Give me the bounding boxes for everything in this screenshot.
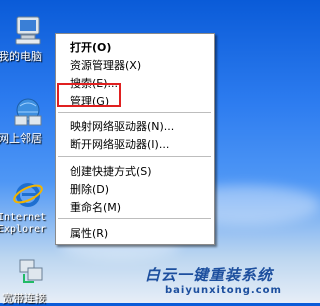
watermark-title: 白云一键重装系统 xyxy=(145,266,274,284)
internet-explorer-icon xyxy=(12,178,44,210)
desktop-icon-internet-explorer[interactable]: Internet Explorer xyxy=(0,178,52,236)
menu-item-delete[interactable]: 删除(D) xyxy=(56,179,214,197)
desktop-icon-broadband[interactable]: 宽带连接 xyxy=(2,256,54,306)
watermark: 白云一键重装系统 baiyunxitong.com xyxy=(145,264,315,296)
menu-item-properties[interactable]: 属性(R) xyxy=(56,223,214,241)
my-computer-icon xyxy=(12,14,44,46)
menu-item-create-shortcut[interactable]: 创建快捷方式(S) xyxy=(56,161,214,179)
menu-separator xyxy=(58,112,211,113)
desktop-icon-label-line2: Explorer xyxy=(0,224,47,235)
menu-item-disconnect-network-drive[interactable]: 断开网络驱动器(I)... xyxy=(56,134,214,152)
highlight-box xyxy=(57,83,121,107)
menu-separator xyxy=(58,156,211,157)
watermark-url: baiyunxitong.com xyxy=(165,285,282,296)
desktop-icon-network-places[interactable]: 网上邻居 xyxy=(0,96,52,146)
desktop-icon-my-computer[interactable]: 我的电脑 xyxy=(0,14,52,64)
menu-item-map-network-drive[interactable]: 映射网络驱动器(N)... xyxy=(56,116,214,134)
menu-separator xyxy=(58,218,211,219)
context-menu: 打开(O) 资源管理器(X) 搜索(E)... 管理(G) 映射网络驱动器(N)… xyxy=(55,33,215,245)
menu-item-open[interactable]: 打开(O) xyxy=(56,37,214,55)
desktop-icon-label: 我的电脑 xyxy=(0,50,42,63)
desktop-icon-label: Internet xyxy=(0,212,47,223)
desktop-icon-label: 网上邻居 xyxy=(0,132,42,145)
desktop-icon-label: 宽带连接 xyxy=(2,292,46,305)
network-places-icon xyxy=(12,96,44,128)
menu-item-explorer[interactable]: 资源管理器(X) xyxy=(56,55,214,73)
menu-item-rename[interactable]: 重命名(M) xyxy=(56,197,214,215)
broadband-connection-icon xyxy=(14,256,46,288)
